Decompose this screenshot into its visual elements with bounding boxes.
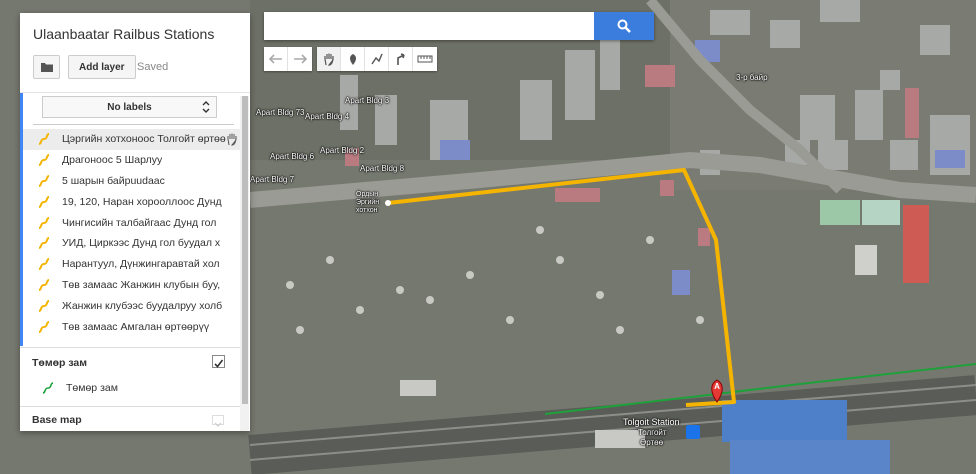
marker-button[interactable] <box>341 47 365 71</box>
search-icon <box>617 19 631 33</box>
marker-letter: A <box>714 382 720 391</box>
divider <box>33 124 234 125</box>
redo-button[interactable] <box>288 47 312 71</box>
label-station: Tolgoit Station <box>623 417 680 427</box>
route-item[interactable]: 19, 120, Наран хорооллоос Дунд <box>23 191 244 212</box>
route-line-icon <box>38 154 50 167</box>
draw-line-icon <box>370 53 383 65</box>
route-line-icon <box>38 278 50 291</box>
undo-icon <box>268 54 282 64</box>
labels-select[interactable]: No labels <box>42 96 217 118</box>
label-bair3: 3-р байр <box>736 73 768 82</box>
history-group <box>264 47 312 71</box>
route-item[interactable]: Нарантуул, Дүнжингаравтай хол <box>23 254 244 275</box>
undo-button[interactable] <box>264 47 288 71</box>
select-arrows-icon <box>202 101 210 113</box>
route-start-point <box>385 200 391 206</box>
route-line-icon <box>38 299 50 312</box>
route-item[interactable]: 5 шарын байрuudaac <box>23 171 244 192</box>
search-input[interactable] <box>264 12 594 40</box>
label-apart3: Apart Bldg 3 <box>345 96 390 105</box>
route-item[interactable]: УИД, Циркээс Дунд гол буудал х <box>23 233 244 254</box>
label-apart4: Apart Bldg 4 <box>305 112 350 121</box>
layer-routes: No labels Цэргийн хотхоноос Толгойт өртө… <box>20 93 244 346</box>
route-line-icon <box>38 237 50 250</box>
label-station-sub2: Өртөө <box>640 438 664 447</box>
label-apart7: Apart Bldg 7 <box>250 175 295 184</box>
draw-line-button[interactable] <box>365 47 389 71</box>
route-line-icon <box>38 195 50 208</box>
label-apart2: Apart Bldg 2 <box>320 146 365 155</box>
route-line-icon <box>38 258 50 271</box>
directions-button[interactable] <box>389 47 413 71</box>
check-icon <box>214 359 224 368</box>
label-apart6: Apart Bldg 6 <box>270 152 315 161</box>
chevron-down-icon <box>214 422 222 427</box>
base-map-title[interactable]: Base map <box>32 414 82 426</box>
saved-status: Saved <box>137 61 169 73</box>
railway-item-label: Төмөр зам <box>66 382 118 394</box>
scrollbar-thumb[interactable] <box>242 96 248 404</box>
search-button[interactable] <box>594 12 654 40</box>
label-start: Ордын <box>356 191 379 198</box>
redo-icon <box>294 54 307 64</box>
route-line-icon <box>38 216 50 229</box>
search-bar <box>264 12 654 40</box>
route-item[interactable]: Төв замаас Жанжин клубын буу, <box>23 275 244 296</box>
labels-select-value: No labels <box>107 101 152 113</box>
route-line-icon <box>38 133 50 146</box>
route-item[interactable]: Төв замаас Амгалан өртөөрүү <box>23 316 244 337</box>
map-toolbar <box>264 47 442 71</box>
railway-visibility-checkbox[interactable] <box>212 355 225 368</box>
route-label: УИД, Циркээс Дунд гол буудал х <box>62 237 221 250</box>
panel-scrollbar[interactable] <box>240 96 249 431</box>
station-icon <box>686 425 700 439</box>
folder-icon <box>40 62 53 72</box>
route-label: Төв замаас Амгалан өртөөрүү <box>62 320 210 333</box>
route-label: Цэргийн хотхоноос Толгойт өртөө <box>62 133 226 146</box>
tools-group <box>317 47 437 71</box>
hand-icon <box>323 53 334 66</box>
route-item[interactable]: Чингисийн талбайгаас Дунд гол <box>23 212 244 233</box>
hand-cursor-icon <box>227 133 237 146</box>
route-label: Чингисийн талбайгаас Дунд гол <box>62 216 217 229</box>
railway-layer-title[interactable]: Төмөр зам <box>32 357 87 369</box>
layer-railway: Төмөр зам Төмөр зам <box>20 347 244 405</box>
route-list: Цэргийн хотхоноос Толгойт өртөө Драгоноо… <box>23 129 244 337</box>
open-folder-button[interactable] <box>33 55 60 79</box>
label-apart8: Apart Bldg 8 <box>360 164 405 173</box>
ruler-button[interactable] <box>413 47 437 71</box>
panel-header: Ulaanbaatar Railbus Stations Add layer S… <box>20 13 250 93</box>
route-label: Драгоноос 5 Шарлуу <box>62 154 163 167</box>
railway-item[interactable]: Төмөр зам <box>40 380 118 396</box>
route-item[interactable]: Цэргийн хотхоноос Толгойт өртөө <box>23 129 244 150</box>
label-apart73: Apart Bldg 73 <box>256 108 305 117</box>
layers-panel: Ulaanbaatar Railbus Stations Add layer S… <box>20 13 250 431</box>
route-label: Төв замаас Жанжин клубын буу, <box>62 278 221 291</box>
route-label: Жанжин клубээс буудалруу холб <box>62 299 223 312</box>
railway-line-icon <box>42 382 54 394</box>
route-label: 19, 120, Наран хорооллоос Дунд <box>62 195 222 208</box>
map-title[interactable]: Ulaanbaatar Railbus Stations <box>33 26 214 42</box>
route-line-icon <box>38 174 50 187</box>
base-map-expand-button[interactable] <box>212 415 224 427</box>
hand-button[interactable] <box>317 47 341 71</box>
route-label: 5 шарын байрuudaac <box>62 174 165 187</box>
directions-icon <box>396 53 405 65</box>
label-start-2: Эргийн <box>356 199 380 206</box>
add-layer-button[interactable]: Add layer <box>68 55 136 79</box>
route-item[interactable]: Драгоноос 5 Шарлуу <box>23 150 244 171</box>
route-label: Нарантуул, Дүнжингаравтай хол <box>62 258 220 271</box>
ruler-icon <box>417 55 433 63</box>
marker-icon <box>349 54 356 65</box>
route-item[interactable]: Жанжин клубээс буудалруу холб <box>23 295 244 316</box>
label-station-sub: Толгойт <box>638 428 667 437</box>
base-map-section: Base map <box>20 406 244 431</box>
route-line-icon <box>38 320 50 333</box>
label-start-3: хотхон <box>356 207 378 214</box>
